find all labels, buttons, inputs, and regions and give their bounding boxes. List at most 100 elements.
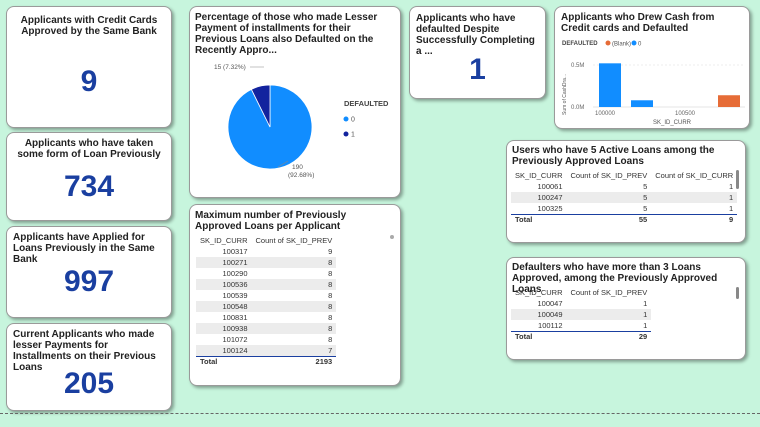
more-options-icon[interactable] [390, 235, 394, 239]
table-cell: 8 [328, 313, 333, 322]
table-cell: 100061 [537, 182, 563, 191]
table-cell: 5 [643, 203, 648, 213]
table-cell: 100536 [196, 279, 252, 290]
legend-dot-1 [343, 131, 349, 137]
legend-dot-0 [631, 40, 637, 46]
table-row[interactable]: 100938 8 [196, 323, 337, 334]
table-cell: 8 [328, 335, 333, 344]
table-cell: 100047 [537, 299, 563, 308]
kpi-value: 205 [63, 367, 115, 400]
table-row[interactable]: 100548 8 [196, 301, 337, 312]
scrollbar[interactable] [736, 287, 739, 299]
table-cell: 1 [651, 192, 738, 203]
column-header[interactable]: Count of SK_ID_PREV [567, 170, 652, 181]
table-cell: 100938 [196, 323, 252, 334]
column-header[interactable]: SK_ID_CURR [196, 235, 252, 246]
table-row[interactable]: 100325 5 1 [511, 203, 737, 214]
pie-chart-card[interactable]: Percentage of those who made Lesser Paym… [189, 6, 401, 198]
kpi-value: 997 [63, 265, 115, 298]
table-row[interactable]: 101072 8 [196, 334, 336, 345]
table-cell: 101072 [222, 335, 248, 344]
pie-chart[interactable]: 15 (7.32%) 190 (92.68%) DEFAULTED 0 1 [190, 49, 401, 198]
kpi-card-lesser-payments[interactable]: Current Applicants who made lesser Payme… [6, 323, 172, 411]
cash-bar-chart[interactable]: DEFAULTED (Blank) 0 Sum of CashDra... 0.… [555, 35, 750, 129]
table-cell: 100831 [222, 313, 248, 322]
table-cell: 5 [566, 192, 652, 203]
table-cell: 1 [643, 320, 648, 330]
table-cell: 8 [328, 269, 333, 278]
table-title: Maximum number of Previously Approved Lo… [195, 210, 347, 232]
bar-0-0[interactable] [599, 63, 621, 107]
cash-chart-card[interactable]: Applicants who Drew Cash from Credit car… [554, 6, 750, 129]
kpi-title: Applicants with Credit Cards Approved by… [20, 15, 158, 37]
legend-title: DEFAULTED [344, 99, 389, 108]
legend-title: DEFAULTED [562, 41, 598, 47]
x-axis-label: SK_ID_CURR [653, 120, 692, 126]
kpi-title: Applicants have Applied for Loans Previo… [13, 232, 155, 265]
legend-label-0[interactable]: 0 [638, 42, 642, 48]
kpi-title: Current Applicants who made lesser Payme… [13, 329, 156, 373]
table-cell: 100290 [222, 269, 248, 278]
page-divider [0, 413, 760, 414]
table-cell: 100247 [511, 192, 567, 203]
table-row[interactable]: 100047 1 [511, 298, 651, 309]
column-header[interactable]: Count of SK_ID_PREV [252, 235, 337, 246]
table-cell: 1 [566, 309, 652, 320]
legend-label-1[interactable]: 1 [351, 132, 355, 139]
pie-label-big-1: 190 [292, 164, 303, 171]
five-active-loans-card[interactable]: Users who have 5 Active Loans among the … [506, 140, 746, 243]
max-prev-table: SK_ID_CURR Count of SK_ID_PREV 100317 9 10… [196, 235, 337, 367]
table-cell: 1 [729, 182, 734, 191]
y-axis-label: Sum of CashDra... [562, 74, 568, 115]
x-tick-label: 100500 [675, 111, 696, 117]
y-tick-label: 0.5M [571, 63, 584, 69]
total-row: Total 2193 [196, 355, 337, 367]
table-row[interactable]: 100271 8 [196, 257, 337, 268]
y-tick-label: 0.0M [571, 105, 584, 111]
bar-0-1[interactable] [631, 100, 653, 107]
column-header[interactable]: SK_ID_CURR [511, 287, 567, 298]
kpi-card-previous-loans[interactable]: Applicants who have taken some form of L… [6, 132, 172, 221]
table-cell: 100112 [538, 320, 563, 330]
table-row[interactable]: 100124 7 [196, 345, 337, 356]
table-cell: 1 [643, 299, 648, 308]
kpi-value: 734 [63, 170, 115, 203]
table-title: Users who have 5 Active Loans among the … [512, 145, 715, 167]
column-header[interactable]: Count of SK_ID_CURR [651, 170, 737, 181]
table-row[interactable]: 100112 1 [511, 320, 651, 331]
table-row[interactable]: 100290 8 [196, 268, 336, 279]
max-prev-loans-card[interactable]: Maximum number of Previously Approved Lo… [189, 204, 401, 386]
five-active-table: SK_ID_CURR Count of SK_ID_PREV Count of … [511, 170, 738, 225]
x-tick-label: 100000 [595, 111, 616, 117]
table-cell: 100124 [196, 345, 252, 356]
table-cell: 5 [643, 182, 648, 191]
table-cell: 7 [251, 345, 337, 356]
table-row[interactable]: 100049 1 [511, 309, 652, 320]
table-row[interactable]: 100831 8 [196, 312, 336, 323]
bar-blank-0[interactable] [718, 95, 740, 107]
kpi-card-defaulted[interactable]: Applicants who have defaulted Despite Su… [409, 6, 546, 99]
legend-label-blank[interactable]: (Blank) [612, 42, 631, 48]
pie-label-big-2: (92.68%) [288, 172, 314, 179]
table-cell: 8 [251, 257, 337, 268]
table-cell: 100325 [537, 203, 563, 213]
column-header[interactable]: Count of SK_ID_PREV [567, 287, 652, 298]
table-cell: 8 [251, 301, 337, 312]
table-row[interactable]: 100539 8 [196, 290, 336, 301]
kpi-card-same-bank[interactable]: Applicants have Applied for Loans Previo… [6, 226, 172, 318]
table-cell: 100271 [196, 257, 252, 268]
table-row[interactable]: 100536 8 [196, 279, 337, 290]
pie-label-small: 15 (7.32%) [214, 64, 246, 71]
kpi-value: 1 [469, 53, 486, 86]
table-cell: 8 [328, 291, 333, 300]
column-header[interactable]: SK_ID_CURR [511, 170, 567, 181]
defaulters-card[interactable]: Defaulters who have more than 3 Loans Ap… [506, 257, 746, 360]
table-cell: 100049 [511, 309, 567, 320]
table-row[interactable]: 100061 5 1 [511, 181, 737, 192]
kpi-title: Applicants who have defaulted Despite Su… [416, 13, 535, 57]
table-row[interactable]: 100247 5 1 [511, 192, 738, 203]
kpi-card-credit-cards[interactable]: Applicants with Credit Cards Approved by… [6, 6, 172, 128]
table-row[interactable]: 100317 9 [196, 246, 336, 257]
legend-label-0[interactable]: 0 [351, 117, 355, 124]
table-cell: 100539 [222, 291, 248, 300]
